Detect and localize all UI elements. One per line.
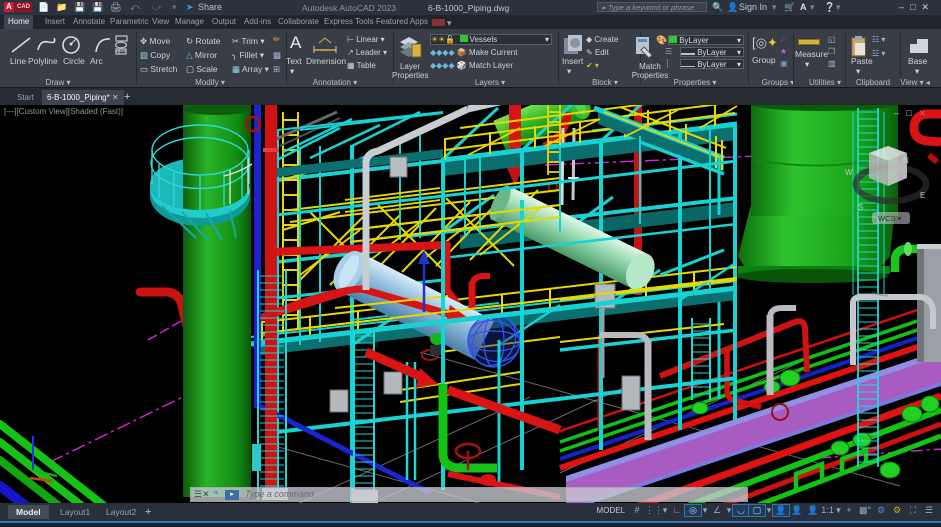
svg-text:WCS ▾: WCS ▾ (878, 214, 902, 223)
svg-text:W: W (845, 168, 853, 177)
svg-text:E: E (920, 191, 925, 200)
svg-text:S: S (858, 203, 863, 212)
